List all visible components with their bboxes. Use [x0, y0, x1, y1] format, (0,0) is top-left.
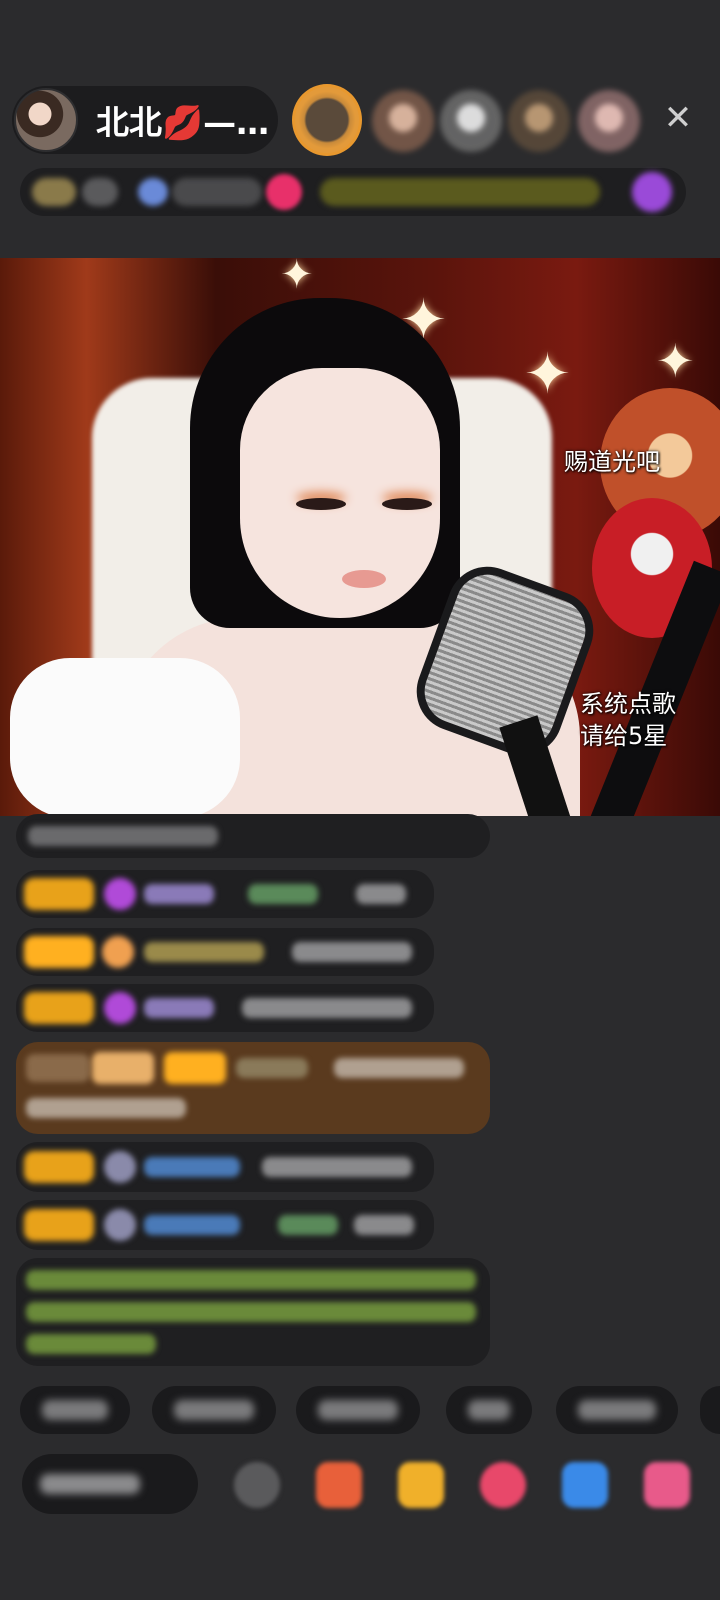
chat-text	[356, 884, 406, 904]
game-controller-icon[interactable]	[562, 1462, 608, 1508]
hour-rank-badge[interactable]	[138, 178, 168, 206]
hour-rank-text	[172, 178, 262, 206]
announcement-marquee[interactable]	[320, 178, 600, 206]
chat-message[interactable]	[16, 984, 434, 1032]
chat-username	[278, 1215, 338, 1235]
level-badge	[24, 878, 94, 910]
fan-club-icon	[104, 1209, 136, 1241]
heart-icon[interactable]	[480, 1462, 526, 1508]
quick-reply-chip[interactable]	[700, 1386, 720, 1434]
chat-text	[262, 1157, 412, 1177]
rank-badge-text	[82, 178, 118, 206]
quick-reply-chip[interactable]	[296, 1386, 420, 1434]
level-badge	[24, 1151, 94, 1183]
star-light: ✦	[656, 334, 695, 388]
live-room-screen: 北北💋—… ✕ ✦ ✦ ✦ ✦ 赐道光吧 系统点歌 请给5星	[0, 0, 720, 1600]
event-badge[interactable]	[632, 172, 672, 212]
fan-club-icon	[104, 1151, 136, 1183]
fan-badge	[26, 1054, 90, 1082]
pk-badge[interactable]	[266, 174, 302, 210]
video-overlay-text: 赐道光吧	[564, 448, 660, 476]
chat-input[interactable]	[22, 1454, 198, 1514]
streamer-top	[10, 658, 240, 816]
chat-text	[292, 942, 412, 962]
streamer-face	[240, 368, 440, 618]
top-viewer-avatar[interactable]	[292, 84, 362, 156]
system-notice	[16, 1258, 490, 1366]
rank-badge[interactable]	[32, 178, 76, 206]
quick-reply-chip[interactable]	[152, 1386, 276, 1434]
video-overlay-text: 请给5星	[580, 722, 668, 750]
chat-username	[144, 1157, 240, 1177]
vip-badge	[24, 936, 94, 968]
chat-text	[242, 998, 412, 1018]
close-icon[interactable]: ✕	[660, 100, 696, 136]
star-light: ✦	[280, 258, 314, 298]
star-light: ✦	[524, 342, 571, 407]
level-badge	[24, 1209, 94, 1241]
gem-icon	[104, 992, 136, 1024]
live-video[interactable]: ✦ ✦ ✦ ✦ 赐道光吧 系统点歌 请给5星	[0, 258, 720, 816]
chat-message[interactable]	[16, 1142, 434, 1192]
viewer-avatar[interactable]	[578, 90, 640, 152]
chat-message[interactable]	[16, 1200, 434, 1250]
chat-username	[144, 942, 264, 962]
chat-username	[144, 998, 214, 1018]
chat-message[interactable]	[16, 814, 490, 858]
vip-badge	[164, 1052, 226, 1084]
host-name: 北北💋—…	[96, 103, 270, 142]
quick-reply-chip[interactable]	[446, 1386, 532, 1434]
noble-badge	[92, 1052, 154, 1084]
notice-text	[26, 1302, 476, 1322]
viewer-avatar[interactable]	[440, 90, 502, 152]
notice-text	[26, 1334, 156, 1354]
emoji-icon[interactable]	[234, 1462, 280, 1508]
fan-badge-icon	[102, 936, 134, 968]
chat-message-highlighted[interactable]	[16, 1042, 490, 1134]
viewer-avatar[interactable]	[372, 90, 434, 152]
chat-text	[26, 1098, 186, 1118]
chat-username	[144, 1215, 240, 1235]
viewer-avatar[interactable]	[508, 90, 570, 152]
host-avatar[interactable]	[14, 88, 78, 152]
level-badge	[24, 992, 94, 1024]
streamer-eye	[296, 498, 346, 510]
streamer-eye	[382, 498, 432, 510]
chat-text	[334, 1058, 464, 1078]
room-badge-row[interactable]	[20, 168, 686, 216]
gift-box-icon[interactable]	[316, 1462, 362, 1508]
chat-message[interactable]	[16, 870, 434, 918]
notice-text	[26, 1270, 476, 1290]
quick-reply-chip[interactable]	[556, 1386, 678, 1434]
host-info-pill[interactable]: 北北💋—…	[12, 86, 278, 154]
quick-reply-chip[interactable]	[20, 1386, 130, 1434]
chat-message[interactable]	[16, 928, 434, 976]
video-overlay-text: 系统点歌	[580, 690, 676, 718]
streamer-lips	[342, 570, 386, 588]
chat-username	[248, 884, 318, 904]
chat-username	[144, 884, 214, 904]
gem-icon	[104, 878, 136, 910]
gift-icon[interactable]	[644, 1462, 690, 1508]
treasure-icon[interactable]	[398, 1462, 444, 1508]
chat-username	[236, 1058, 308, 1078]
chat-text	[354, 1215, 414, 1235]
chat-text	[28, 826, 218, 846]
